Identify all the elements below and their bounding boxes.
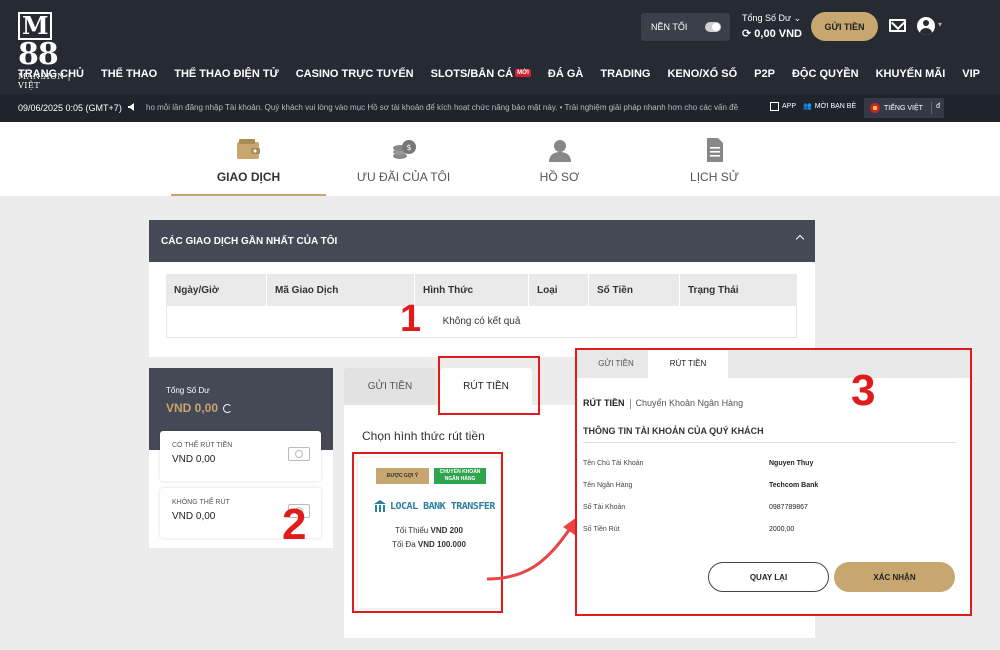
nav-item-slots[interactable]: SLOTS/BẮN CÁ MỚI: [431, 68, 531, 84]
logo-m-mark: M: [18, 12, 52, 40]
recent-transactions-header[interactable]: CÁC GIAO DỊCH GẦN NHẤT CỦA TÔI: [149, 220, 815, 262]
tab-my-offers[interactable]: $ ƯU ĐÃI CỦA TÔI: [326, 122, 481, 196]
document-icon: [707, 138, 723, 162]
chevron-up-icon[interactable]: [795, 234, 805, 244]
column-method: Hình Thức: [415, 274, 529, 306]
transactions-table-header: Ngày/Giờ Mã Giao Dịch Hình Thức Loại Số …: [166, 274, 797, 306]
site-header: M88 MANSION | VIỆT NỀN TỐI Tổng Số Dư ⌄ …: [0, 0, 1000, 122]
tab-transactions-label: GIAO DỊCH: [216, 170, 281, 184]
mail-icon[interactable]: [889, 19, 906, 32]
nav-item-promotions[interactable]: KHUYẾN MÃI: [876, 68, 946, 84]
account-tabs: GIAO DỊCH $ ƯU ĐÃI CỦA TÔI HỒ SƠ LỊCH SỬ: [0, 122, 1000, 196]
svg-text:$: $: [407, 143, 412, 152]
tab-profile[interactable]: HỒ SƠ: [482, 122, 637, 196]
nav-item-trading[interactable]: TRADING: [600, 68, 650, 84]
withdrawable-balance: CÓ THỂ RÚT TIỀN VND 0,00: [160, 431, 321, 481]
header-balance-value: 0,00 VND: [754, 28, 802, 40]
ticker-bar: 09/06/2025 0:05 (GMT+7) ho mỗi lần đăng …: [0, 94, 1000, 122]
deposit-button[interactable]: GỬI TIỀN: [811, 12, 878, 41]
column-transaction-id: Mã Giao Dịch: [267, 274, 415, 306]
current-datetime: 09/06/2025 0:05 (GMT+7): [18, 103, 122, 113]
annotation-box-confirmation: [575, 348, 972, 616]
main-navigation: TRANG CHỦ THỂ THAO THỂ THAO ĐIỆN TỬ CASI…: [18, 68, 997, 84]
friends-icon: 👥: [803, 103, 812, 110]
coins-icon: $: [393, 140, 416, 159]
annotation-number-2: 2: [282, 500, 307, 549]
tab-profile-label: HỒ SƠ: [539, 170, 580, 184]
total-balance-value: VND 0,00: [166, 401, 219, 415]
tab-deposit[interactable]: GỬI TIỀN: [344, 368, 436, 405]
nav-item-exclusive[interactable]: ĐỘC QUYỀN: [792, 68, 859, 84]
chevron-down-icon: ⌄: [793, 13, 802, 23]
profile-icon: [549, 140, 571, 162]
annotation-number-3: 3: [851, 366, 876, 415]
announcement-ticker: ho mỗi lần đăng nhập Tài khoản. Quý khác…: [146, 103, 739, 112]
choose-method-title: Chọn hình thức rút tiền: [362, 429, 485, 443]
language-label: TIẾNG VIỆT: [884, 104, 923, 112]
refresh-icon[interactable]: [223, 403, 233, 413]
refer-label: MỜI BẠN BÈ: [814, 102, 857, 110]
annotation-number-1: 1: [400, 298, 422, 340]
column-datetime: Ngày/Giờ: [166, 274, 267, 306]
nav-item-slots-label: SLOTS/BẮN CÁ: [430, 68, 514, 80]
nav-item-sports[interactable]: THỂ THAO: [101, 68, 157, 84]
column-amount: Số Tiền: [589, 274, 680, 306]
money-icon: [288, 447, 310, 461]
user-avatar-icon[interactable]: [917, 17, 935, 35]
currency-symbol: đ: [936, 103, 940, 110]
header-balance-label: Tổng Số Dư: [742, 13, 792, 23]
nav-item-esports[interactable]: THỂ THAO ĐIỆN TỬ: [174, 68, 278, 84]
recent-transactions-panel: CÁC GIAO DỊCH GẦN NHẤT CỦA TÔI Ngày/Giờ …: [149, 220, 815, 357]
tab-transactions[interactable]: GIAO DỊCH: [171, 122, 326, 196]
nav-item-keno[interactable]: KENO/XỔ SỐ: [667, 68, 737, 84]
dark-mode-label: NỀN TỐI: [651, 22, 688, 32]
table-empty-row: Không có kết quả: [166, 306, 797, 338]
language-selector[interactable]: TIẾNG VIỆT đ: [864, 98, 944, 118]
app-label: APP: [782, 103, 797, 110]
megaphone-icon: [128, 103, 134, 111]
new-badge: MỚI: [515, 69, 531, 77]
divider: [931, 102, 932, 114]
chevron-down-icon[interactable]: ▾: [938, 20, 942, 29]
nav-item-home[interactable]: TRANG CHỦ: [18, 68, 84, 84]
nav-item-cockfight[interactable]: ĐÁ GÀ: [548, 68, 583, 84]
column-type: Loại: [529, 274, 589, 306]
tab-history-label: LỊCH SỬ: [690, 170, 739, 184]
app-icon: [770, 102, 779, 111]
tab-my-offers-label: ƯU ĐÃI CỦA TÔI: [356, 170, 451, 184]
nav-item-casino[interactable]: CASINO TRỰC TUYẾN: [296, 68, 414, 84]
nav-item-p2p[interactable]: P2P: [754, 68, 775, 84]
column-status: Trạng Thái: [688, 284, 739, 296]
total-balance-label: Tổng Số Dư: [166, 386, 210, 395]
annotation-box-method: [352, 452, 503, 613]
toggle-switch-icon[interactable]: [705, 22, 721, 32]
vietnam-flag-icon: [870, 103, 880, 113]
app-link[interactable]: APP: [770, 102, 796, 111]
recent-transactions-title: CÁC GIAO DỊCH GẦN NHẤT CỦA TÔI: [161, 235, 338, 247]
tab-history[interactable]: LỊCH SỬ: [637, 122, 792, 196]
logo-mark-text: 88: [18, 37, 59, 72]
annotation-box-withdraw-tab: [438, 356, 540, 415]
m88-logo[interactable]: M88 MANSION | VIỆT: [18, 10, 88, 90]
wallet-icon: [237, 139, 260, 159]
refer-friend-link[interactable]: 👥 MỜI BẠN BÈ: [803, 102, 857, 111]
nav-item-vip[interactable]: VIP: [962, 68, 980, 84]
header-balance[interactable]: Tổng Số Dư ⌄ ⟳ 0,00 VND: [742, 13, 804, 40]
refresh-icon[interactable]: ⟳: [742, 28, 751, 40]
dark-mode-toggle[interactable]: NỀN TỐI: [641, 13, 730, 41]
